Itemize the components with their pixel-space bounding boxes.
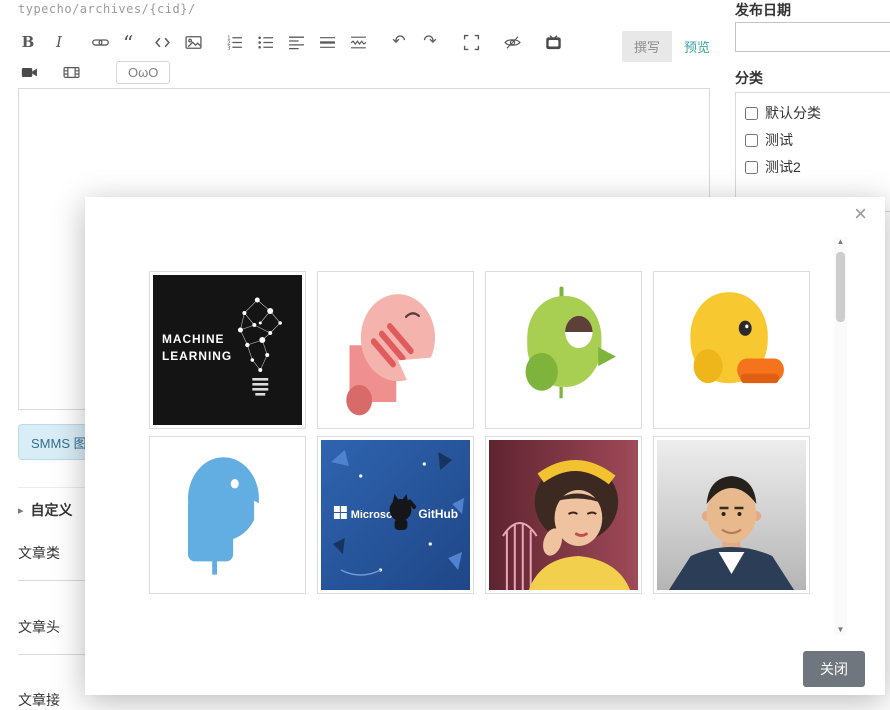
category-label-text: 测试2 <box>765 159 801 175</box>
girl-portrait-photo-image <box>489 440 638 590</box>
close-icon[interactable]: × <box>854 203 867 225</box>
image-thumbnail-microsoft-github[interactable]: Microsoft GitHub <box>317 436 474 594</box>
scroll-down-icon[interactable]: ▼ <box>837 625 845 635</box>
italic-button[interactable]: I <box>49 31 69 53</box>
machine-learning-cover-image: MACHINE LEARNING <box>153 275 302 425</box>
category-list: 默认分类 测试 测试2 <box>735 92 890 212</box>
image-thumbnail-man-portrait[interactable] <box>653 436 810 594</box>
scrollbar-thumb[interactable] <box>836 252 845 322</box>
tab-write[interactable]: 撰写 <box>622 31 673 62</box>
ordered-list-icon[interactable]: 123 <box>224 31 244 53</box>
editor-mode-tabs: 撰写 预览 <box>622 31 722 62</box>
svg-text:GitHub: GitHub <box>418 507 458 521</box>
modal-scrollbar[interactable]: ▲ ▼ <box>834 237 847 635</box>
category-label-text: 默认分类 <box>765 105 821 121</box>
video-icon[interactable] <box>18 61 40 83</box>
svg-text:LEARNING: LEARNING <box>162 349 232 363</box>
publish-date-input[interactable] <box>735 22 890 52</box>
image-thumbnail-green-bird[interactable] <box>485 271 642 429</box>
image-thumbnail-machine-learning[interactable]: MACHINE LEARNING <box>149 271 306 429</box>
svg-text:3: 3 <box>227 45 231 51</box>
category-option-test2[interactable]: 测试2 <box>745 157 890 177</box>
blue-bird-illustration-image <box>167 444 288 586</box>
collapse-arrow-icon: ▸ <box>18 504 24 517</box>
hide-preview-icon[interactable] <box>502 31 522 53</box>
modal-close-button[interactable]: 关闭 <box>803 651 865 687</box>
publish-date-label: 发布日期 <box>735 2 791 18</box>
bilibili-icon[interactable] <box>543 31 563 53</box>
man-portrait-photo-image <box>657 440 806 590</box>
category-option-default[interactable]: 默认分类 <box>745 103 890 123</box>
image-thumbnail-yellow-duck[interactable] <box>653 271 810 429</box>
category-section-label: 分类 <box>735 70 763 86</box>
bold-button[interactable]: B <box>18 31 38 53</box>
svg-text:“: “ <box>123 34 133 51</box>
category-checkbox[interactable] <box>745 133 758 147</box>
blockquote-icon[interactable]: “ <box>121 31 141 53</box>
custom-fields-header[interactable]: ▸ 自定义 <box>18 500 73 520</box>
redo-icon[interactable]: ↷ <box>420 31 440 53</box>
emoticon-button[interactable]: OωO <box>116 60 171 84</box>
svg-text:MACHINE: MACHINE <box>162 332 225 346</box>
category-label-text: 测试 <box>765 132 793 148</box>
custom-fields-title: 自定义 <box>30 502 73 518</box>
page-break-icon[interactable] <box>348 31 368 53</box>
image-grid: MACHINE LEARNING Microsoft GitHub <box>149 271 810 594</box>
tab-preview[interactable]: 预览 <box>672 31 722 62</box>
image-icon[interactable] <box>183 31 203 53</box>
fullscreen-icon[interactable] <box>461 31 481 53</box>
category-checkbox[interactable] <box>745 106 758 120</box>
custom-field-label: 文章接 <box>18 692 60 708</box>
green-bird-illustration-image <box>503 279 624 421</box>
undo-icon[interactable]: ↶ <box>389 31 409 53</box>
image-thumbnail-blue-bird[interactable] <box>149 436 306 594</box>
editor-toolbar: B I “ 123 ↶ ↷ <box>18 29 574 55</box>
category-checkbox[interactable] <box>745 160 758 174</box>
keyboard-icon[interactable] <box>60 61 82 83</box>
code-icon[interactable] <box>152 31 172 53</box>
image-thumbnail-girl-portrait[interactable] <box>485 436 642 594</box>
unordered-list-icon[interactable] <box>255 31 275 53</box>
editor-toolbar-secondary: OωO <box>18 59 171 85</box>
image-picker-modal: × MACHINE LEARNING Microsoft GitHub ▲ ▼ … <box>85 197 885 695</box>
horizontal-rule-icon[interactable] <box>317 31 337 53</box>
heading-icon[interactable] <box>286 31 306 53</box>
category-option-test[interactable]: 测试 <box>745 130 890 150</box>
permalink-slug[interactable]: typecho/archives/{cid}/ <box>18 2 196 16</box>
yellow-duck-illustration-image <box>671 279 792 421</box>
image-thumbnail-pink-bird[interactable] <box>317 271 474 429</box>
scroll-up-icon[interactable]: ▲ <box>837 237 845 247</box>
microsoft-github-banner-image: Microsoft GitHub <box>321 440 470 590</box>
link-icon[interactable] <box>90 31 110 53</box>
pink-bird-illustration-image <box>335 279 456 421</box>
